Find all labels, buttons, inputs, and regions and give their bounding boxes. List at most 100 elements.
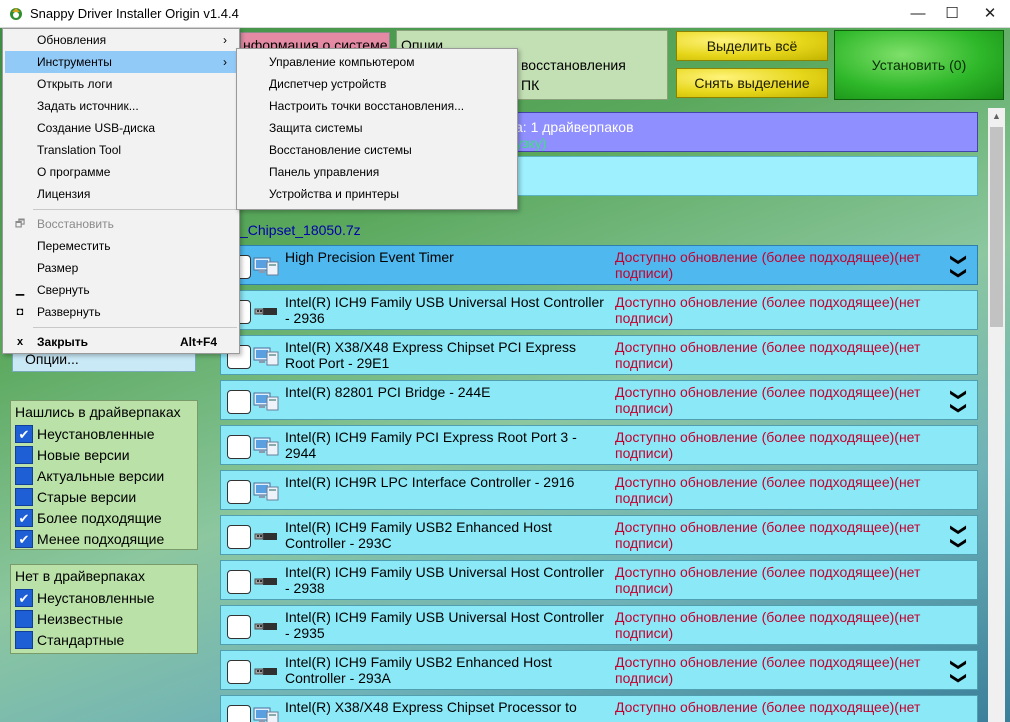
filter-item[interactable]: Актуальные версии — [15, 467, 195, 485]
submenu-item[interactable]: Настроить точки восстановления... — [239, 95, 515, 117]
expand-chevron-icon[interactable]: ❯❯ — [948, 253, 968, 280]
filter-checkbox[interactable] — [15, 488, 33, 506]
driver-row[interactable]: Intel(R) X38/X48 Express Chipset Process… — [220, 695, 978, 722]
filter-checkbox[interactable] — [15, 610, 33, 628]
scrollbar[interactable]: ▲ — [988, 108, 1005, 722]
close-icon: x — [16, 336, 24, 348]
menu-item[interactable]: ◘ Развернуть — [5, 301, 237, 323]
driver-checkbox[interactable] — [227, 525, 251, 549]
menu-item-label: Лицензия — [37, 187, 91, 201]
driverpack-download-link[interactable]: узку) — [515, 135, 546, 151]
driver-row[interactable]: Intel(R) X38/X48 Express Chipset PCI Exp… — [220, 335, 978, 375]
driver-checkbox[interactable] — [227, 435, 251, 459]
filter-checkbox[interactable] — [15, 631, 33, 649]
menu-item[interactable]: Открыть логи — [5, 73, 237, 95]
driver-status: Доступно обновление (более подходящее)(н… — [615, 294, 921, 326]
system-menu: Обновления › Инструменты › Открыть логи Задат… — [2, 28, 240, 354]
usb-icon — [253, 526, 279, 546]
filter-checkbox[interactable]: ✔ — [15, 589, 33, 607]
driver-name: Intel(R) ICH9 Family USB Universal Host … — [285, 609, 604, 641]
scroll-up-icon[interactable]: ▲ — [988, 108, 1005, 125]
submenu-item[interactable]: Защита системы — [239, 117, 515, 139]
close-menu-item[interactable]: x Закрыть Alt+F4 — [5, 331, 237, 353]
submenu-item[interactable]: Устройства и принтеры — [239, 183, 515, 205]
filter-item[interactable]: Новые версии — [15, 446, 195, 464]
driver-row[interactable]: Intel(R) ICH9 Family USB Universal Host … — [220, 605, 978, 645]
menu-item[interactable]: Инструменты › — [5, 51, 237, 73]
filter-item[interactable]: ✔ Неустановленные — [15, 589, 195, 607]
driver-name: High Precision Event Timer — [285, 249, 454, 265]
menu-item-label: Translation Tool — [37, 143, 122, 157]
menu-item[interactable]: Обновления › — [5, 29, 237, 51]
reboot-option[interactable]: ПК — [521, 77, 539, 93]
submenu-item[interactable]: Управление компьютером — [239, 51, 515, 73]
driver-checkbox[interactable] — [227, 705, 251, 722]
driver-row[interactable]: Intel(R) ICH9R LPC Interface Controller … — [220, 470, 978, 510]
driver-name: Intel(R) ICH9 Family USB2 Enhanced Host … — [285, 654, 552, 686]
expand-chevron-icon[interactable]: ❯❯ — [948, 658, 968, 685]
menu-item[interactable]: Создание USB-диска — [5, 117, 237, 139]
driver-row[interactable]: Intel(R) 82801 PCI Bridge - 244E Доступно… — [220, 380, 978, 420]
driver-checkbox[interactable] — [227, 660, 251, 684]
filter-checkbox[interactable]: ✔ — [15, 425, 33, 443]
driverpack-name: _Chipset_18050.7z — [240, 222, 361, 238]
driver-row[interactable]: Intel(R) ICH9 Family USB Universal Host … — [220, 290, 978, 330]
filter-item[interactable]: Старые версии — [15, 488, 195, 506]
menu-item-label: Задать источник... — [37, 99, 139, 113]
menu-item[interactable]: Лицензия — [5, 183, 237, 205]
close-button[interactable]: ✕ — [968, 0, 1010, 28]
filter-checkbox[interactable] — [15, 446, 33, 464]
submenu-item[interactable]: Панель управления — [239, 161, 515, 183]
monitor-icon — [253, 436, 279, 456]
menu-item-label: Обновления — [37, 33, 107, 47]
install-button[interactable]: Установить (0) — [834, 30, 1004, 100]
driver-checkbox[interactable] — [227, 570, 251, 594]
title-bar[interactable]: Snappy Driver Installer Origin v1.4.4 — … — [0, 0, 1010, 28]
filter-item[interactable]: Неизвестные — [15, 610, 195, 628]
menu-item[interactable]: Задать источник... — [5, 95, 237, 117]
driver-status: Доступно обновление (более подходящее)(н… — [615, 474, 921, 506]
filter-checkbox[interactable]: ✔ — [15, 530, 33, 548]
driver-row[interactable]: High Precision Event Timer Доступно обнов… — [220, 245, 978, 285]
menu-shortcut: Alt+F4 — [179, 335, 217, 349]
driver-row[interactable]: Intel(R) ICH9 Family PCI Express Root Po… — [220, 425, 978, 465]
driver-checkbox[interactable] — [227, 480, 251, 504]
submenu-item[interactable]: Диспетчер устройств — [239, 73, 515, 95]
monitor-icon — [253, 346, 279, 366]
window-control-icon: ◘ — [16, 306, 24, 318]
menu-item-label: Переместить — [37, 239, 111, 253]
menu-item-label: Развернуть — [37, 305, 101, 319]
driver-row[interactable]: Intel(R) ICH9 Family USB2 Enhanced Host … — [220, 650, 978, 690]
driver-row[interactable]: Intel(R) ICH9 Family USB2 Enhanced Host … — [220, 515, 978, 555]
filter-item[interactable]: ✔ Неустановленные — [15, 425, 195, 443]
expand-chevron-icon[interactable]: ❯❯ — [948, 388, 968, 415]
driverpack-banner-text: а: 1 драйверпаков — [515, 119, 634, 135]
menu-item-label: Свернуть — [37, 283, 90, 297]
driver-row[interactable]: Intel(R) ICH9 Family USB Universal Host … — [220, 560, 978, 600]
submenu-item[interactable]: Восстановление системы — [239, 139, 515, 161]
usb-icon — [253, 571, 279, 591]
expand-chevron-icon[interactable]: ❯❯ — [948, 523, 968, 550]
menu-item[interactable]: Translation Tool — [5, 139, 237, 161]
filter-checkbox[interactable]: ✔ — [15, 509, 33, 527]
select-all-button[interactable]: Выделить всё — [676, 31, 828, 61]
scroll-thumb[interactable] — [990, 127, 1003, 327]
deselect-button[interactable]: Снять выделение — [676, 68, 828, 98]
filter-item[interactable]: ✔ Менее подходящие — [15, 530, 195, 548]
driver-checkbox[interactable] — [227, 615, 251, 639]
menu-item[interactable]: ▁ Свернуть — [5, 279, 237, 301]
menu-item[interactable]: Переместить — [5, 235, 237, 257]
filter-item[interactable]: ✔ Более подходящие — [15, 509, 195, 527]
menu-item[interactable]: Размер — [5, 257, 237, 279]
filter-label: Неизвестные — [37, 611, 124, 627]
window-title: Snappy Driver Installer Origin v1.4.4 — [30, 6, 239, 21]
restore-point-option[interactable]: восстановления — [521, 57, 626, 73]
filter-checkbox[interactable] — [15, 467, 33, 485]
driver-checkbox[interactable] — [227, 390, 251, 414]
found-filter-group: Нашлись в драйверпаках ✔ Неустановленные Н… — [10, 400, 198, 550]
filter-label: Более подходящие — [37, 510, 162, 526]
menu-item[interactable]: О программе — [5, 161, 237, 183]
filter-item[interactable]: Стандартные — [15, 631, 195, 649]
notfound-filter-title: Нет в драйверпаках — [15, 568, 146, 584]
driver-status: Доступно обновление (более подходящее)(н… — [615, 429, 921, 461]
